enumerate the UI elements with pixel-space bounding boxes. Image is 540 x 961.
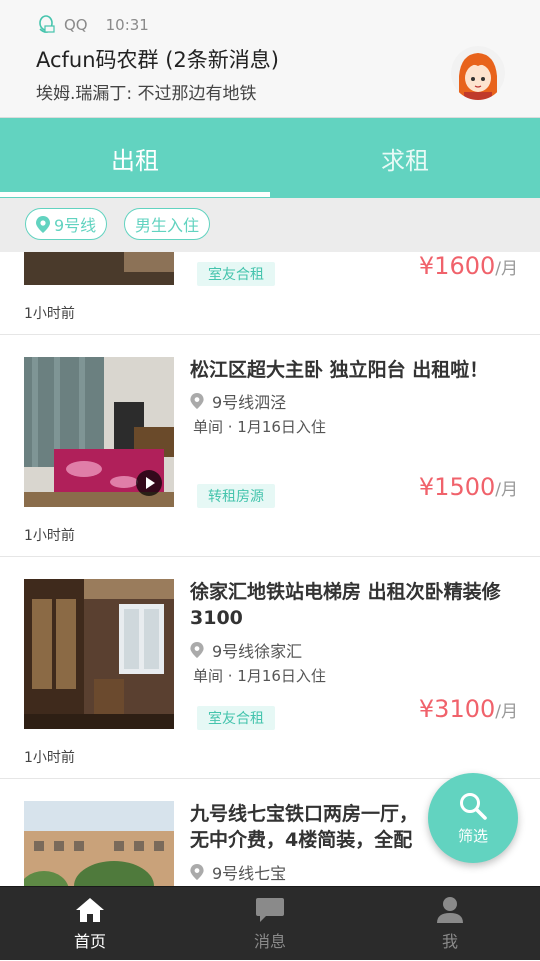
listing-time: 1小时前: [24, 528, 75, 544]
listing-meta: 单间 · 1月16日入住: [193, 418, 326, 436]
filter-fab-label: 筛选: [457, 826, 488, 845]
qq-icon: [39, 15, 55, 33]
nav-profile[interactable]: 我: [360, 887, 540, 961]
listing-title: 松江区超大主卧 独立阳台 出租啦！: [190, 359, 489, 381]
nav-home-label: 首页: [73, 932, 106, 951]
listing-item[interactable]: 松江区超大主卧 独立阳台 出租啦！ 9号线泗泾 单间 · 1月16日入住 转租房…: [0, 335, 540, 557]
price-value: ¥1500: [418, 473, 496, 501]
listing-tag: 室友合租: [197, 262, 275, 286]
listing-location: 9号线徐家汇: [190, 638, 302, 662]
listing-location: 9号线泗泾: [190, 389, 286, 413]
price-unit: /月: [495, 702, 518, 722]
profile-icon: [437, 897, 463, 923]
location-pin-icon: [190, 642, 204, 658]
search-icon: [460, 792, 487, 820]
qq-notification[interactable]: QQ 10:31 Acfun码农群 (2条新消息) 埃姆.瑞漏丁: 不过那边有地…: [0, 0, 540, 118]
location-pin-icon: [190, 864, 204, 880]
bottom-navigation: 首页 消息 我: [0, 886, 540, 960]
filter-chip-gender-label: 男生入住: [135, 216, 200, 235]
listing-location: 9号线七宝: [190, 860, 286, 884]
play-video-icon[interactable]: [136, 470, 162, 496]
filter-fab-button[interactable]: 筛选: [428, 773, 518, 863]
notification-app-name: QQ: [64, 16, 88, 34]
price-unit: /月: [495, 480, 518, 500]
price-value: ¥1600: [418, 252, 496, 280]
notification-title: Acfun码农群 (2条新消息): [36, 48, 279, 72]
price-value: ¥3100: [418, 695, 496, 723]
listing-meta: 单间 · 1月16日入住: [193, 667, 326, 685]
price-unit: /月: [495, 259, 518, 279]
listing-thumbnail: [24, 579, 174, 729]
notification-app-row: QQ 10:31: [36, 14, 149, 36]
listing-thumbnail: [24, 801, 174, 886]
filter-bar: 9号线 男生入住: [0, 198, 540, 252]
nav-messages[interactable]: 消息: [180, 887, 360, 961]
notification-time: 10:31: [105, 16, 149, 34]
listing-title: 九号线七宝铁口两房一厅，无中介费，4楼简装，全配: [190, 803, 419, 851]
listing-location-text: 9号线徐家汇: [212, 642, 303, 661]
filter-chip-line-label: 9号线: [54, 216, 97, 235]
listing-price: ¥3100/月: [419, 695, 518, 723]
listing-time: 1小时前: [24, 750, 75, 766]
location-pin-icon: [36, 215, 50, 233]
tab-bar: 出租 求租: [0, 118, 540, 198]
home-icon: [76, 898, 104, 922]
listing-title: 徐家汇地铁站电梯房 出租次卧精装修3100: [190, 581, 501, 629]
filter-chip-line[interactable]: 9号线: [25, 208, 108, 240]
notification-text: 埃姆.瑞漏丁: 不过那边有地铁: [36, 84, 257, 104]
message-icon: [256, 898, 284, 922]
active-tab-indicator: [0, 192, 270, 197]
listing-price: ¥1500/月: [419, 473, 518, 501]
listing-thumbnail: [24, 252, 174, 285]
nav-profile-label: 我: [441, 932, 458, 951]
tab-seek-rent[interactable]: 求租: [270, 118, 540, 198]
listing-location-text: 9号线七宝: [212, 864, 287, 883]
filter-chip-gender[interactable]: 男生入住: [124, 208, 211, 240]
listing-tag: 转租房源: [197, 484, 275, 508]
listing-location-text: 9号线泗泾: [212, 393, 287, 412]
listing-thumbnail: [24, 357, 174, 507]
nav-messages-label: 消息: [253, 932, 286, 951]
listing-item[interactable]: 徐家汇地铁站电梯房 出租次卧精装修3100 9号线徐家汇 单间 · 1月16日入…: [0, 557, 540, 779]
nav-home[interactable]: 首页: [0, 887, 180, 961]
avatar: [451, 46, 505, 100]
listing-time: 1小时前: [24, 306, 75, 322]
tab-rent-out[interactable]: 出租: [0, 118, 270, 198]
listing-price: ¥1600/月: [419, 252, 518, 280]
location-pin-icon: [190, 393, 204, 409]
listing-tag: 室友合租: [197, 706, 275, 730]
listing-item[interactable]: 室友合租 ¥1600/月 1小时前: [0, 252, 540, 335]
